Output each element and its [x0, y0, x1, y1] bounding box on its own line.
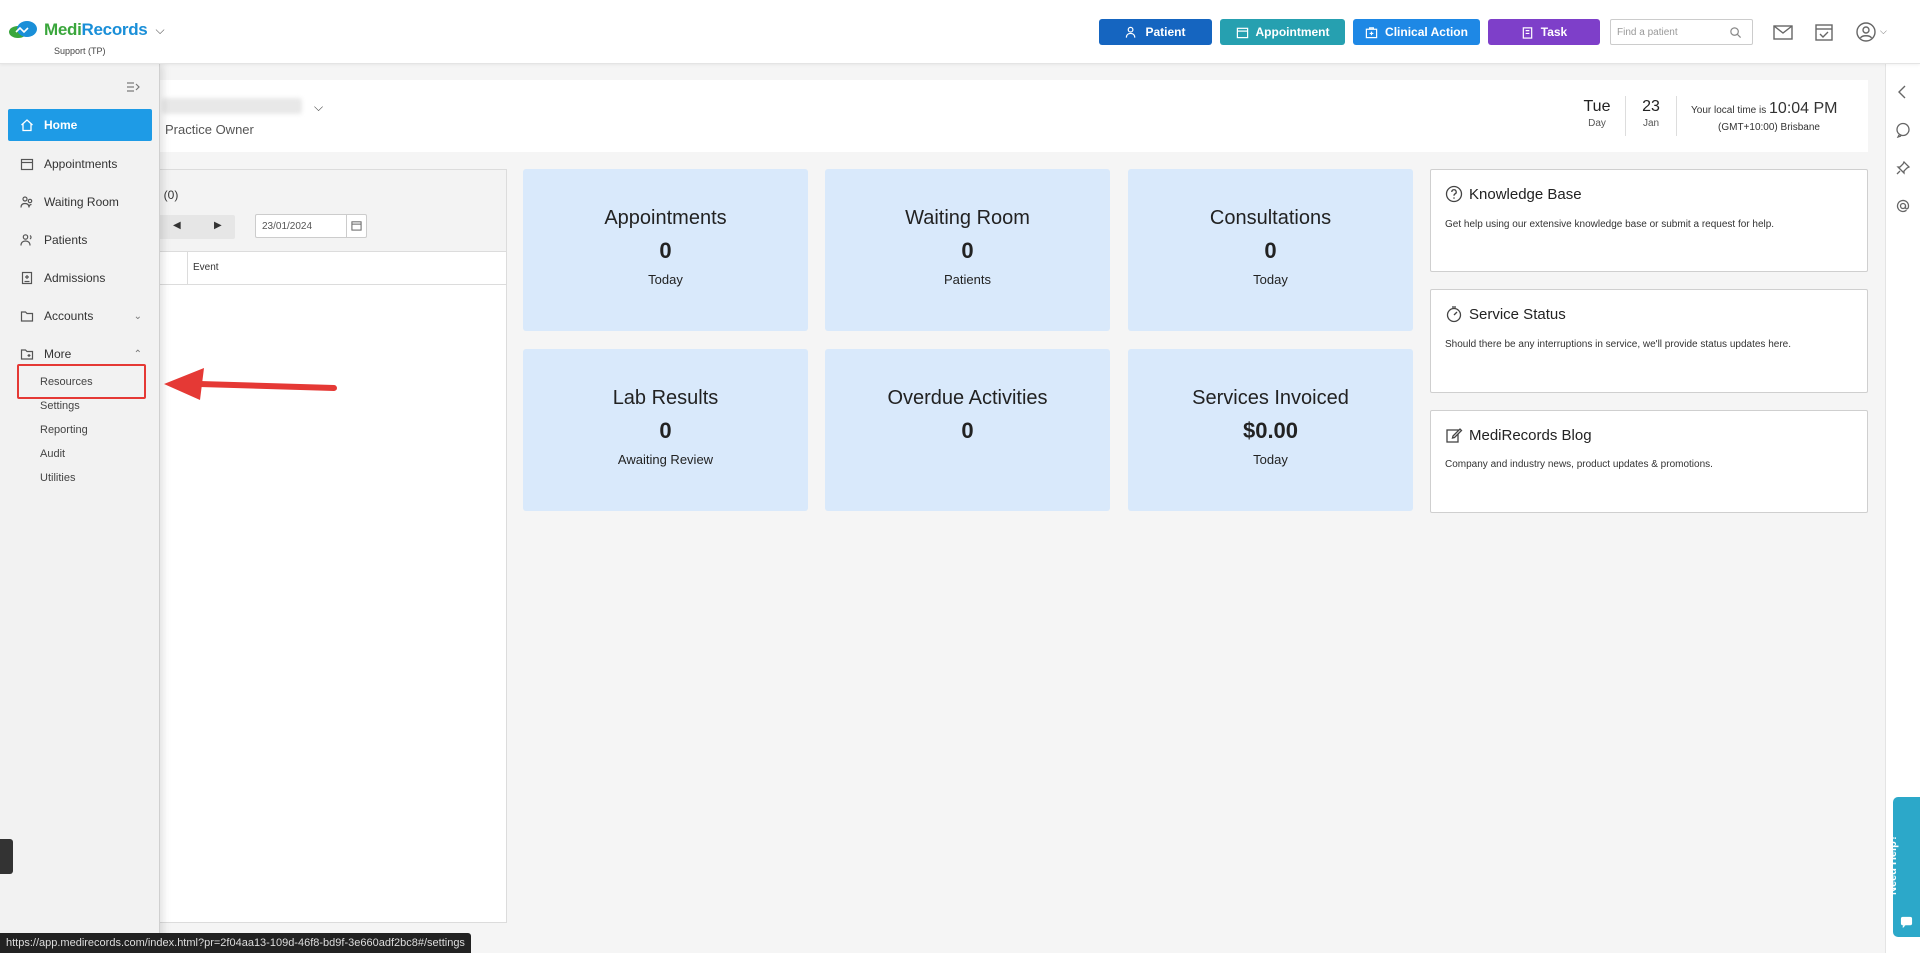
chevron-down-icon[interactable]: ⌵ — [155, 23, 164, 38]
tile-appointments[interactable]: Appointments 0 Today — [523, 169, 808, 331]
date-block: 23 Jan — [1642, 98, 1660, 129]
card-title: Service Status — [1469, 305, 1566, 323]
side-tab-handle[interactable] — [0, 839, 13, 874]
tile-services-invoiced[interactable]: Services Invoiced $0.00 Today — [1128, 349, 1413, 511]
calendar-icon — [1236, 27, 1248, 38]
divider — [1676, 96, 1677, 136]
knowledge-base-card[interactable]: Knowledge Base Get help using our extens… — [1430, 169, 1868, 272]
divider — [1625, 96, 1626, 136]
sidebar-item-accounts[interactable]: Accounts ⌄ — [8, 300, 152, 332]
date-picker-input[interactable]: 23/01/2024 — [255, 214, 367, 238]
day-block: Tue Day — [1583, 98, 1611, 129]
chevron-down-icon[interactable]: ⌵ — [1880, 26, 1887, 37]
status-bar-url: https://app.medirecords.com/index.html?p… — [0, 933, 471, 953]
brand-name: MediRecords — [44, 20, 148, 39]
patient-search[interactable] — [1610, 19, 1753, 45]
card-title: Knowledge Base — [1469, 185, 1582, 203]
need-help-tab[interactable]: Need Help? — [1887, 797, 1920, 937]
user-role: Practice Owner — [165, 122, 254, 137]
medical-bag-icon — [1365, 26, 1378, 38]
service-status-card[interactable]: Service Status Should there be any inter… — [1430, 289, 1868, 393]
user-name-blurred[interactable] — [162, 98, 302, 114]
calendar-icon[interactable] — [346, 215, 366, 237]
collapse-sidebar-icon[interactable] — [126, 80, 142, 94]
list-header: ts (0) ◀ ▶ 23/01/2024 — [151, 170, 506, 252]
page-header: ⌵ Practice Owner Tue Day 23 Jan Your loc… — [150, 80, 1868, 152]
users-icon — [20, 234, 32, 246]
blog-card[interactable]: MediRecords Blog Company and industry ne… — [1430, 410, 1868, 513]
clipboard-icon — [1522, 26, 1533, 39]
chevron-down-icon[interactable]: ⌵ — [314, 100, 323, 115]
admission-icon — [21, 271, 33, 285]
app-logo[interactable]: MediRecords ⌵ — [8, 20, 165, 40]
calendar-check-icon[interactable] — [1813, 21, 1835, 43]
prev-day-icon[interactable]: ◀ — [173, 220, 181, 231]
sidebar-item-patients[interactable]: Patients — [8, 224, 152, 256]
new-patient-button[interactable]: Patient — [1099, 19, 1212, 45]
new-clinical-action-button[interactable]: Clinical Action — [1353, 19, 1480, 45]
gauge-icon — [1446, 306, 1462, 323]
next-day-icon[interactable]: ▶ — [214, 220, 222, 231]
column-event[interactable]: Event — [193, 262, 219, 273]
help-circle-icon — [1445, 185, 1463, 203]
local-time: Your local time is 10:04 PM — [1691, 100, 1838, 117]
appointments-list-panel: ts (0) ◀ ▶ 23/01/2024 Event — [150, 169, 507, 923]
tile-waiting-room[interactable]: Waiting Room 0 Patients — [825, 169, 1110, 331]
patient-search-input[interactable] — [1617, 26, 1729, 38]
more-icon — [20, 349, 34, 360]
highlight-box — [17, 364, 146, 399]
tile-consultations[interactable]: Consultations 0 Today — [1128, 169, 1413, 331]
card-text: Should there be any interruptions in ser… — [1445, 339, 1791, 350]
sidebar-subitem-reporting[interactable]: Reporting — [40, 424, 88, 436]
chat-bubble-icon — [1900, 916, 1913, 929]
card-title: MediRecords Blog — [1469, 426, 1592, 444]
sidebar-item-appointments[interactable]: Appointments — [8, 148, 152, 180]
date-nav: ◀ ▶ — [151, 215, 235, 239]
pin-icon[interactable] — [1895, 160, 1911, 176]
list-columns: Event — [151, 252, 506, 285]
top-bar: MediRecords ⌵ Support (TP) Patient Appoi… — [0, 0, 1920, 64]
at-sign-icon[interactable] — [1895, 198, 1911, 214]
home-icon — [21, 119, 33, 132]
card-text: Get help using our extensive knowledge b… — [1445, 219, 1775, 230]
chat-icon[interactable] — [1895, 122, 1911, 138]
sidebar-item-admissions[interactable]: Admissions — [8, 262, 152, 294]
tile-lab-results[interactable]: Lab Results 0 Awaiting Review — [523, 349, 808, 511]
chevron-up-icon[interactable]: ⌃ — [134, 349, 142, 360]
sidebar: Home Appointments Waiting Room Patients … — [0, 64, 160, 953]
search-icon[interactable] — [1729, 26, 1742, 39]
chevron-left-icon[interactable] — [1895, 84, 1911, 100]
sidebar-item-home[interactable]: Home — [8, 109, 152, 141]
mail-icon[interactable] — [1772, 21, 1794, 43]
folder-icon — [20, 311, 34, 322]
sidebar-subitem-settings[interactable]: Settings — [40, 400, 80, 412]
card-text: Company and industry news, product updat… — [1445, 459, 1713, 470]
sidebar-item-waiting-room[interactable]: Waiting Room — [8, 186, 152, 218]
user-account-icon[interactable] — [1855, 21, 1877, 43]
support-label: Support (TP) — [54, 46, 106, 56]
calendar-icon — [20, 158, 34, 171]
new-appointment-button[interactable]: Appointment — [1220, 19, 1345, 45]
cloud-logo-icon — [8, 20, 40, 40]
person-add-icon — [1126, 26, 1136, 38]
sidebar-subitem-audit[interactable]: Audit — [40, 448, 65, 460]
edit-note-icon — [1446, 428, 1463, 443]
timezone: (GMT+10:00) Brisbane — [1718, 122, 1820, 133]
new-task-button[interactable]: Task — [1488, 19, 1600, 45]
annotation-arrow — [164, 368, 337, 400]
sidebar-subitem-utilities[interactable]: Utilities — [40, 472, 75, 484]
quick-actions: Patient Appointment Clinical Action Task — [1099, 19, 1600, 45]
column-divider — [187, 252, 188, 285]
people-icon — [20, 196, 33, 208]
chevron-down-icon[interactable]: ⌄ — [134, 311, 142, 322]
tile-overdue-activities[interactable]: Overdue Activities 0 — [825, 349, 1110, 511]
